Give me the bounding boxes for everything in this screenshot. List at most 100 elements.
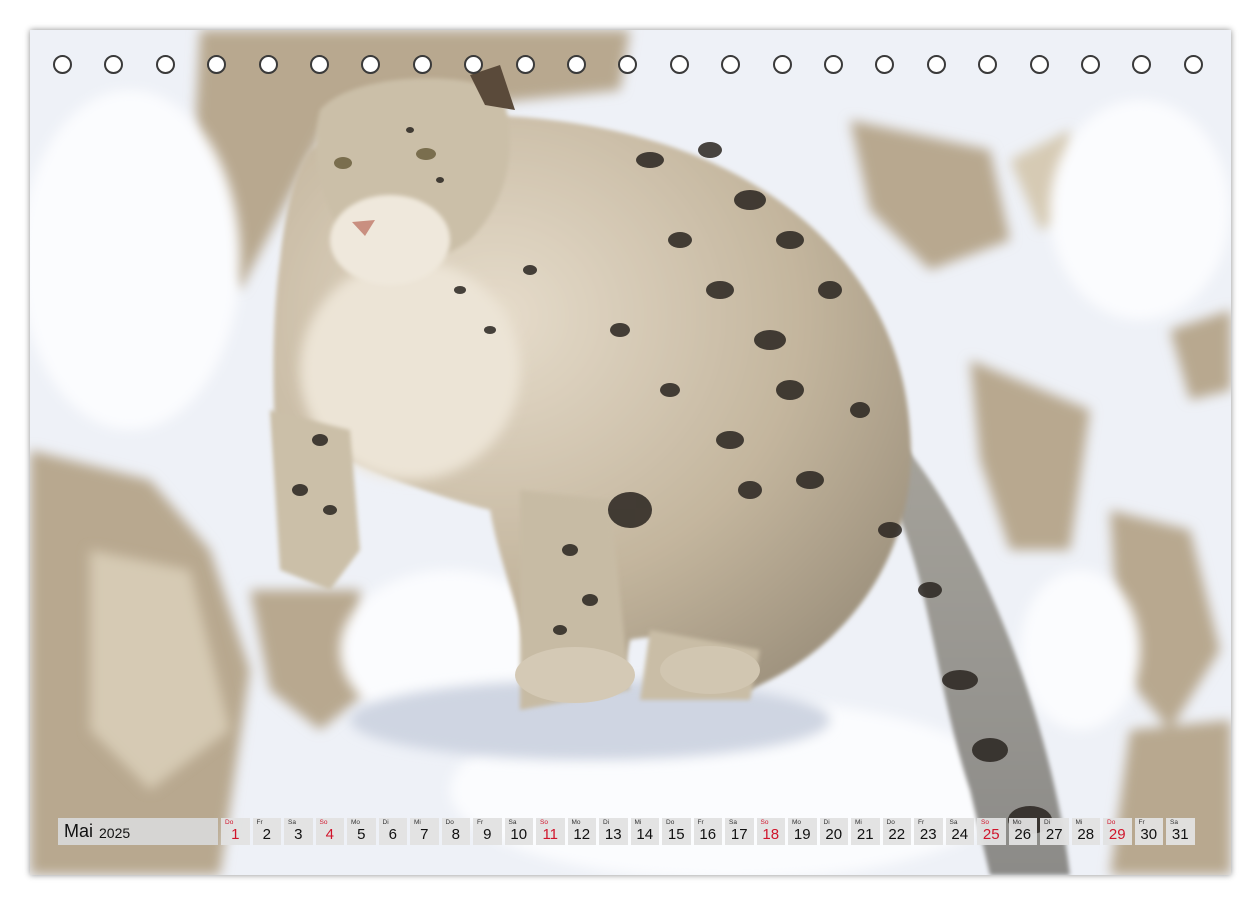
- binding-hole: [1029, 55, 1049, 74]
- binding-hole: [155, 55, 175, 74]
- weekday-label: Mi: [414, 819, 421, 826]
- month-name: Mai: [64, 821, 94, 841]
- binding-hole: [1081, 55, 1100, 74]
- day-cell: Mi 28: [1071, 818, 1100, 845]
- day-cell: Do 22: [882, 818, 911, 845]
- day-number: 20: [825, 826, 843, 843]
- binding-hole: [53, 55, 72, 74]
- weekday-label: Mo: [792, 819, 802, 826]
- day-cell: Di 6: [378, 818, 407, 845]
- day-cell: So 4: [315, 818, 344, 845]
- weekday-label: Do: [666, 819, 675, 826]
- binding-hole: [618, 55, 638, 74]
- day-number: 11: [542, 826, 559, 843]
- binding-hole: [567, 55, 586, 74]
- day-number: 18: [762, 826, 780, 843]
- weekday-label: Do: [225, 819, 234, 826]
- weekday-label: Mi: [1075, 819, 1083, 826]
- day-cell: Mo 12: [567, 818, 596, 845]
- day-number: 31: [1171, 826, 1189, 843]
- weekday-label: Sa: [729, 819, 737, 826]
- day-cell: Sa 24: [945, 818, 974, 845]
- binding-hole: [824, 55, 843, 74]
- day-cell: Fr 9: [473, 818, 502, 845]
- binding-holes: [30, 30, 1231, 100]
- binding-hole: [1132, 55, 1152, 74]
- day-cell: Di 20: [819, 818, 848, 845]
- binding-hole: [310, 55, 329, 74]
- weekday-label: Sa: [949, 819, 958, 826]
- weekday-label: Di: [823, 819, 830, 826]
- binding-hole: [772, 55, 792, 74]
- day-number: 25: [982, 826, 1000, 843]
- day-cell: Mi 14: [630, 818, 659, 845]
- day-number: 12: [573, 826, 591, 843]
- calendar-strip: Mai 2025 Do 1 Fr 2 Sa 3 So 4 Mo 5 Di 6 Mi 7 Do 8 Fr 9 Sa 10…: [58, 818, 1198, 845]
- weekday-label: Fr: [1138, 819, 1145, 826]
- day-number: 10: [510, 826, 528, 843]
- day-number: 13: [604, 826, 622, 843]
- binding-hole: [1183, 55, 1203, 74]
- weekday-label: Do: [445, 819, 454, 826]
- day-number: 21: [856, 826, 874, 843]
- day-number: 26: [1014, 826, 1032, 843]
- month-year: 2025: [99, 825, 131, 841]
- day-number: 19: [793, 826, 811, 843]
- day-number: 22: [888, 826, 906, 843]
- day-number: 6: [388, 826, 397, 843]
- day-cell: Sa 10: [504, 818, 533, 845]
- day-number: 3: [294, 826, 303, 843]
- day-cell: So 11: [536, 818, 565, 845]
- day-cell: Mi 7: [410, 818, 439, 845]
- day-cell: Fr 16: [693, 818, 722, 845]
- weekday-label: Mi: [855, 819, 862, 826]
- binding-hole: [207, 55, 227, 74]
- day-number: 1: [231, 826, 240, 843]
- weekday-label: Mo: [1012, 819, 1022, 826]
- weekday-label: Di: [1044, 819, 1051, 826]
- day-number: 4: [325, 826, 334, 843]
- weekday-label: So: [981, 819, 989, 826]
- day-number: 14: [636, 826, 654, 843]
- binding-hole: [412, 55, 432, 74]
- day-number: 30: [1140, 826, 1158, 843]
- day-cell: Sa 17: [725, 818, 754, 845]
- weekday-label: Fr: [256, 819, 263, 826]
- day-cell: Di 13: [599, 818, 628, 845]
- day-number: 16: [699, 826, 717, 843]
- binding-hole: [926, 55, 946, 74]
- day-cell: Fr 2: [252, 818, 281, 845]
- weekday-label: Mo: [571, 819, 581, 826]
- day-number: 8: [451, 826, 460, 843]
- day-cell: Mo 5: [347, 818, 376, 845]
- day-cell: Do 8: [441, 818, 470, 845]
- day-number: 7: [420, 826, 429, 843]
- weekday-label: Di: [382, 819, 389, 826]
- weekday-label: Fr: [477, 819, 484, 826]
- day-cell: Do 1: [221, 818, 250, 845]
- day-number: 28: [1077, 826, 1095, 843]
- weekday-label: Sa: [508, 819, 517, 826]
- day-cell: Di 27: [1040, 818, 1069, 845]
- day-cell: Mo 19: [788, 818, 817, 845]
- day-cell: Mo 26: [1008, 818, 1037, 845]
- weekday-label: Mi: [634, 819, 642, 826]
- weekday-label: Sa: [1170, 819, 1178, 826]
- day-number: 23: [919, 826, 937, 843]
- day-cell: Mi 21: [851, 818, 880, 845]
- weekday-label: So: [319, 819, 328, 826]
- weekday-label: Di: [603, 819, 610, 826]
- day-number: 24: [951, 826, 969, 843]
- day-cell: Fr 23: [914, 818, 943, 845]
- day-number: 17: [730, 826, 748, 843]
- weekday-label: So: [760, 819, 769, 826]
- binding-hole: [721, 55, 741, 74]
- binding-hole: [669, 55, 689, 74]
- weekday-label: Fr: [918, 819, 925, 826]
- day-number: 29: [1108, 826, 1126, 843]
- binding-hole: [875, 55, 895, 74]
- weekday-label: Do: [1107, 819, 1116, 826]
- binding-hole: [464, 55, 484, 74]
- day-number: 27: [1045, 826, 1063, 843]
- weekday-label: Sa: [288, 819, 296, 826]
